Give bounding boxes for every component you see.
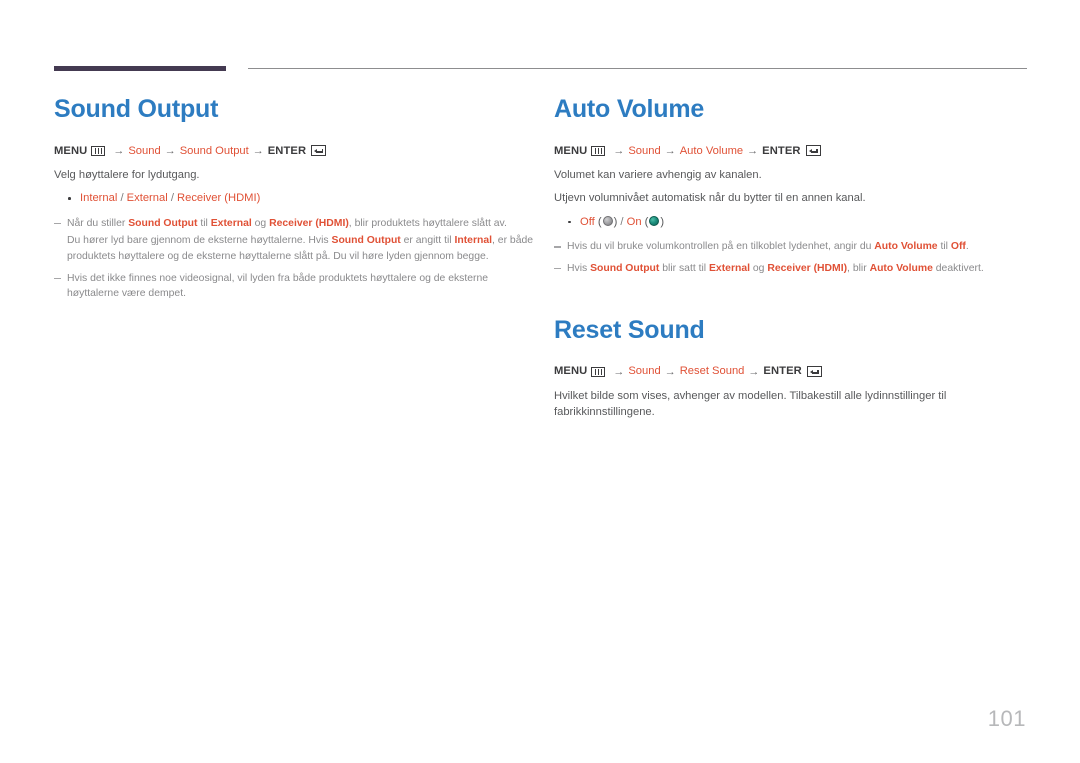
note-paragraph: Hvis du vil bruke volumkontrollen på en … [567, 241, 969, 253]
path-arrow: → [113, 144, 125, 157]
intro-text-auto-volume: Volumet kan variere avhengig av kanalen. [554, 169, 762, 182]
page-content: Sound Output MENU → Sound → Sound Output… [0, 0, 1080, 763]
menu-path-item-sound-output[interactable]: Sound Output [180, 144, 249, 159]
option-separator: / [620, 215, 624, 228]
paren-open: ( [644, 215, 649, 228]
menu-path-item-sound[interactable]: Sound [628, 364, 660, 379]
intro-text-sound-output: Velg høyttalere for lydutgang. [54, 169, 200, 182]
enter-return-icon [805, 145, 821, 157]
menu-grid-icon [91, 145, 106, 156]
right-column: Auto Volume MENU → Sound → Auto Volume →… [554, 95, 1034, 427]
enter-label: ENTER [763, 365, 802, 378]
option-on[interactable]: On [627, 216, 642, 228]
path-arrow: → [748, 365, 760, 378]
menu-path-auto-volume: MENU → Sound → Auto Volume → ENTER [554, 144, 1034, 159]
option-separator: / [170, 192, 174, 205]
enter-return-icon [311, 145, 327, 157]
menu-path-item-reset-sound[interactable]: Reset Sound [680, 364, 745, 379]
list-item-auto-volume-options: Off () / On () [566, 214, 1034, 231]
path-arrow: → [252, 144, 264, 157]
page-title-reset-sound: Reset Sound [554, 315, 705, 344]
menu-grid-icon [591, 145, 606, 156]
path-arrow: → [613, 144, 625, 157]
intro-text-auto-volume-2: Utjevn volumnivået automatisk når du byt… [554, 192, 866, 205]
sphere-on-teal-icon [649, 215, 660, 226]
note-paragraph: Når du stiller Sound Output til External… [67, 218, 507, 230]
path-arrow: → [747, 144, 759, 157]
list-item-sound-output-options: Internal / External / Receiver (HDMI) [66, 190, 534, 207]
sphere-off-gray-icon [602, 215, 613, 226]
page-title-sound-output: Sound Output [54, 95, 219, 123]
page-title-auto-volume: Auto Volume [554, 95, 705, 123]
intro-text-reset-sound: Hvilket bilde som vises, avhenger av mod… [554, 390, 947, 419]
note-sound-output-1: Når du stiller Sound Output til External… [54, 216, 534, 264]
note-sound-output-2: Hvis det ikke finnes noe videosignal, vi… [54, 271, 534, 303]
path-arrow: → [613, 365, 625, 378]
path-arrow: → [164, 144, 176, 157]
menu-label: MENU [554, 365, 588, 378]
section-reset-sound: Reset Sound MENU → Sound → Reset Sound →… [554, 315, 1034, 421]
menu-grid-icon [591, 366, 606, 377]
option-receiver-hdmi[interactable]: Receiver (HDMI) [177, 192, 260, 204]
note-paragraph: Hvis Sound Output blir satt til External… [567, 263, 984, 275]
paren-close: ) [660, 215, 665, 228]
note-paragraph: Hvis det ikke finnes noe videosignal, vi… [67, 272, 489, 300]
option-internal[interactable]: Internal [80, 192, 117, 204]
paren-close: ) [613, 215, 618, 228]
menu-path-reset-sound: MENU → Sound → Reset Sound → ENTER [554, 364, 1034, 379]
section-auto-volume: Auto Volume MENU → Sound → Auto Volume →… [554, 95, 1034, 277]
paren-open: ( [597, 215, 602, 228]
menu-label: MENU [54, 144, 88, 157]
section-sound-output: Sound Output MENU → Sound → Sound Output… [54, 95, 534, 303]
menu-path-sound-output: MENU → Sound → Sound Output → ENTER [54, 144, 534, 159]
enter-return-icon [806, 366, 822, 378]
menu-path-item-sound[interactable]: Sound [128, 144, 160, 159]
menu-path-item-auto-volume[interactable]: Auto Volume [680, 144, 743, 159]
page-number: 101 [987, 706, 1026, 731]
note-auto-volume-1: Hvis du vil bruke volumkontrollen på en … [554, 239, 1034, 255]
menu-label: MENU [554, 144, 588, 157]
option-separator: / [120, 192, 124, 205]
option-off[interactable]: Off [580, 216, 595, 228]
note-paragraph: Du hører lyd bare gjennom de eksterne hø… [67, 234, 534, 262]
menu-path-item-sound[interactable]: Sound [628, 144, 660, 159]
left-column: Sound Output MENU → Sound → Sound Output… [54, 95, 534, 308]
enter-label: ENTER [267, 144, 307, 157]
path-arrow: → [664, 365, 676, 378]
enter-label: ENTER [762, 144, 801, 157]
options-list-sound-output: Internal / External / Receiver (HDMI) [54, 190, 534, 207]
option-external[interactable]: External [127, 192, 168, 204]
path-arrow: → [664, 144, 676, 157]
note-auto-volume-2: Hvis Sound Output blir satt til External… [554, 261, 1034, 277]
options-list-auto-volume: Off () / On () [554, 214, 1034, 231]
